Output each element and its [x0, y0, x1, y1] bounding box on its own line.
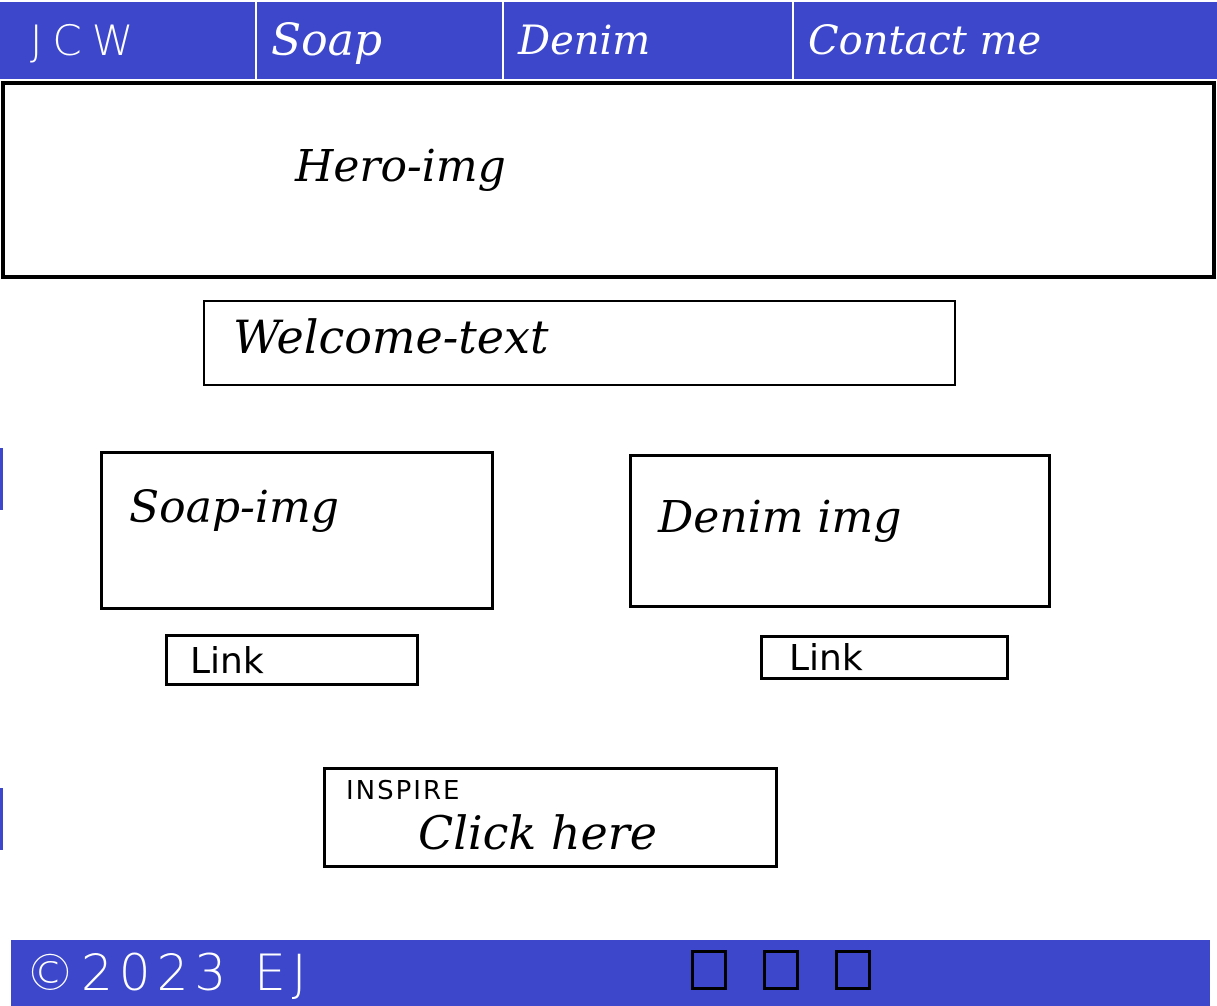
social-icons: [691, 950, 871, 990]
hero-image-placeholder: Hero-img: [1, 81, 1216, 279]
square-icon[interactable]: [691, 950, 727, 990]
denim-link-button[interactable]: Link: [760, 635, 1009, 680]
denim-image-label: Denim img: [658, 492, 902, 543]
hero-image-label: Hero-img: [295, 141, 506, 192]
wireframe-page: JCW Soap Denim Contact me Hero-img Welco…: [0, 0, 1217, 1006]
square-icon[interactable]: [763, 950, 799, 990]
brand-logo[interactable]: JCW: [0, 2, 255, 79]
nav-item-denim[interactable]: Denim: [502, 2, 792, 79]
inspire-cta-button[interactable]: INSPIRE Click here: [323, 767, 778, 868]
denim-image-placeholder: Denim img: [629, 454, 1051, 608]
inspire-tag: INSPIRE: [346, 776, 462, 806]
top-nav-bar: JCW Soap Denim Contact me: [0, 2, 1217, 79]
left-edge-marker: [0, 788, 3, 850]
square-icon[interactable]: [835, 950, 871, 990]
footer-bar: ©2023 EJ: [11, 940, 1210, 1006]
copyright-text: ©2023 EJ: [25, 944, 313, 1002]
denim-link-label: Link: [789, 638, 863, 679]
nav-item-contact[interactable]: Contact me: [792, 2, 1217, 79]
left-edge-marker: [0, 448, 3, 510]
nav-item-soap[interactable]: Soap: [255, 2, 502, 79]
soap-image-label: Soap-img: [129, 482, 339, 533]
soap-image-placeholder: Soap-img: [100, 451, 494, 610]
soap-link-label: Link: [190, 641, 264, 682]
welcome-text-label: Welcome-text: [233, 310, 549, 364]
welcome-text-box: Welcome-text: [203, 300, 956, 386]
soap-link-button[interactable]: Link: [165, 634, 419, 686]
inspire-cta-label: Click here: [418, 806, 657, 860]
